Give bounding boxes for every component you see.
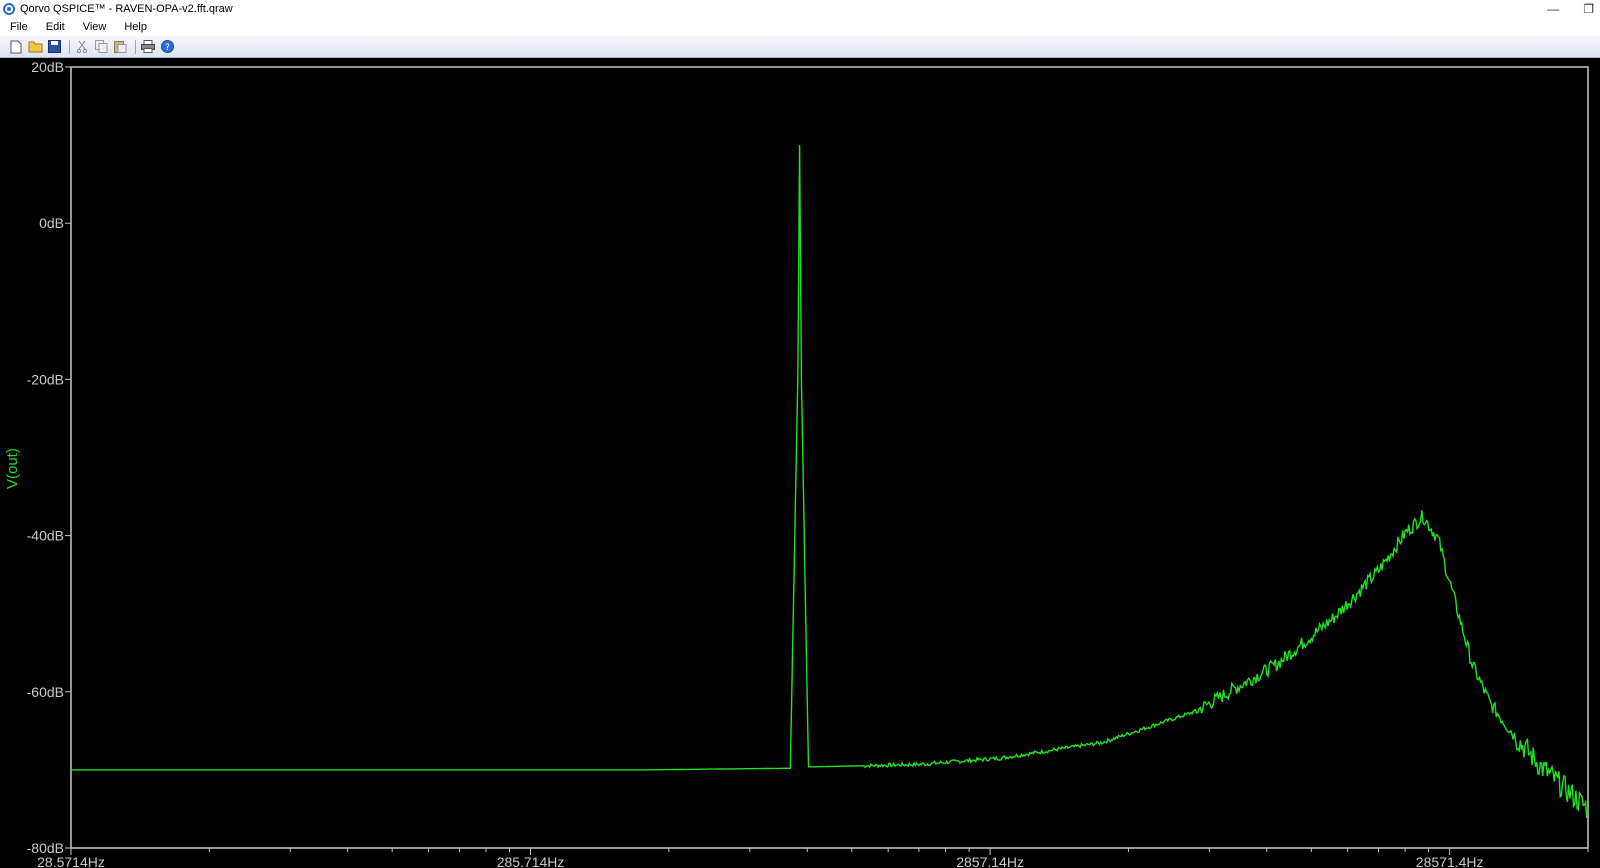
x-tick-label: 28571.4Hz	[1416, 854, 1484, 868]
y-tick-label: -40dB	[27, 528, 64, 544]
new-file-icon[interactable]	[8, 39, 24, 55]
menu-help[interactable]: Help	[114, 21, 155, 33]
fft-chart[interactable]: 20dB0dB-20dB-40dB-60dB-80dB 28.5714Hz 285…	[0, 59, 1600, 868]
y-tick-label: 20dB	[31, 59, 64, 75]
x-tick-label: 285.714Hz	[497, 854, 565, 868]
toolbar-separator	[135, 39, 136, 54]
menu-file[interactable]: File	[0, 21, 36, 33]
y-tick-label: 0dB	[39, 215, 64, 231]
toolbar: ?	[0, 36, 1600, 58]
menu-view[interactable]: View	[73, 21, 115, 33]
plot-frame	[70, 66, 1589, 849]
window-controls: — ❐	[1547, 0, 1594, 18]
restore-icon[interactable]: ❐	[1583, 2, 1594, 16]
svg-text:?: ?	[165, 43, 170, 53]
x-tick-label: 2857.14Hz	[956, 854, 1024, 868]
y-axis-label[interactable]: V(out)	[4, 448, 21, 489]
help-icon[interactable]: ?	[159, 39, 175, 55]
open-folder-icon[interactable]	[27, 39, 43, 55]
toolbar-separator	[69, 39, 70, 54]
menu-edit[interactable]: Edit	[36, 21, 73, 33]
paste-icon[interactable]	[112, 39, 128, 55]
minimize-icon[interactable]: —	[1547, 2, 1559, 16]
cut-icon[interactable]	[74, 39, 90, 55]
print-icon[interactable]	[140, 39, 156, 55]
waveform-plot[interactable]: 20dB 0dB -20dB -40dB -60dB -80dB 28.5714Hz 285…	[0, 59, 1600, 868]
x-tick-label: 28.5714Hz	[37, 854, 105, 868]
window-title: Qorvo QSPICE™ - RAVEN-OPA-v2.fft.qraw	[20, 3, 233, 15]
y-axis: 20dB0dB-20dB-40dB-60dB-80dB	[27, 59, 71, 856]
y-tick-label: -60dB	[27, 684, 64, 700]
save-icon[interactable]	[46, 39, 62, 55]
copy-icon[interactable]	[93, 39, 109, 55]
y-tick-label: -20dB	[27, 371, 64, 387]
qspice-logo-icon	[3, 3, 15, 15]
menu-bar: File Edit View Help	[0, 18, 1600, 36]
title-bar: Qorvo QSPICE™ - RAVEN-OPA-v2.fft.qraw — …	[0, 0, 1600, 18]
